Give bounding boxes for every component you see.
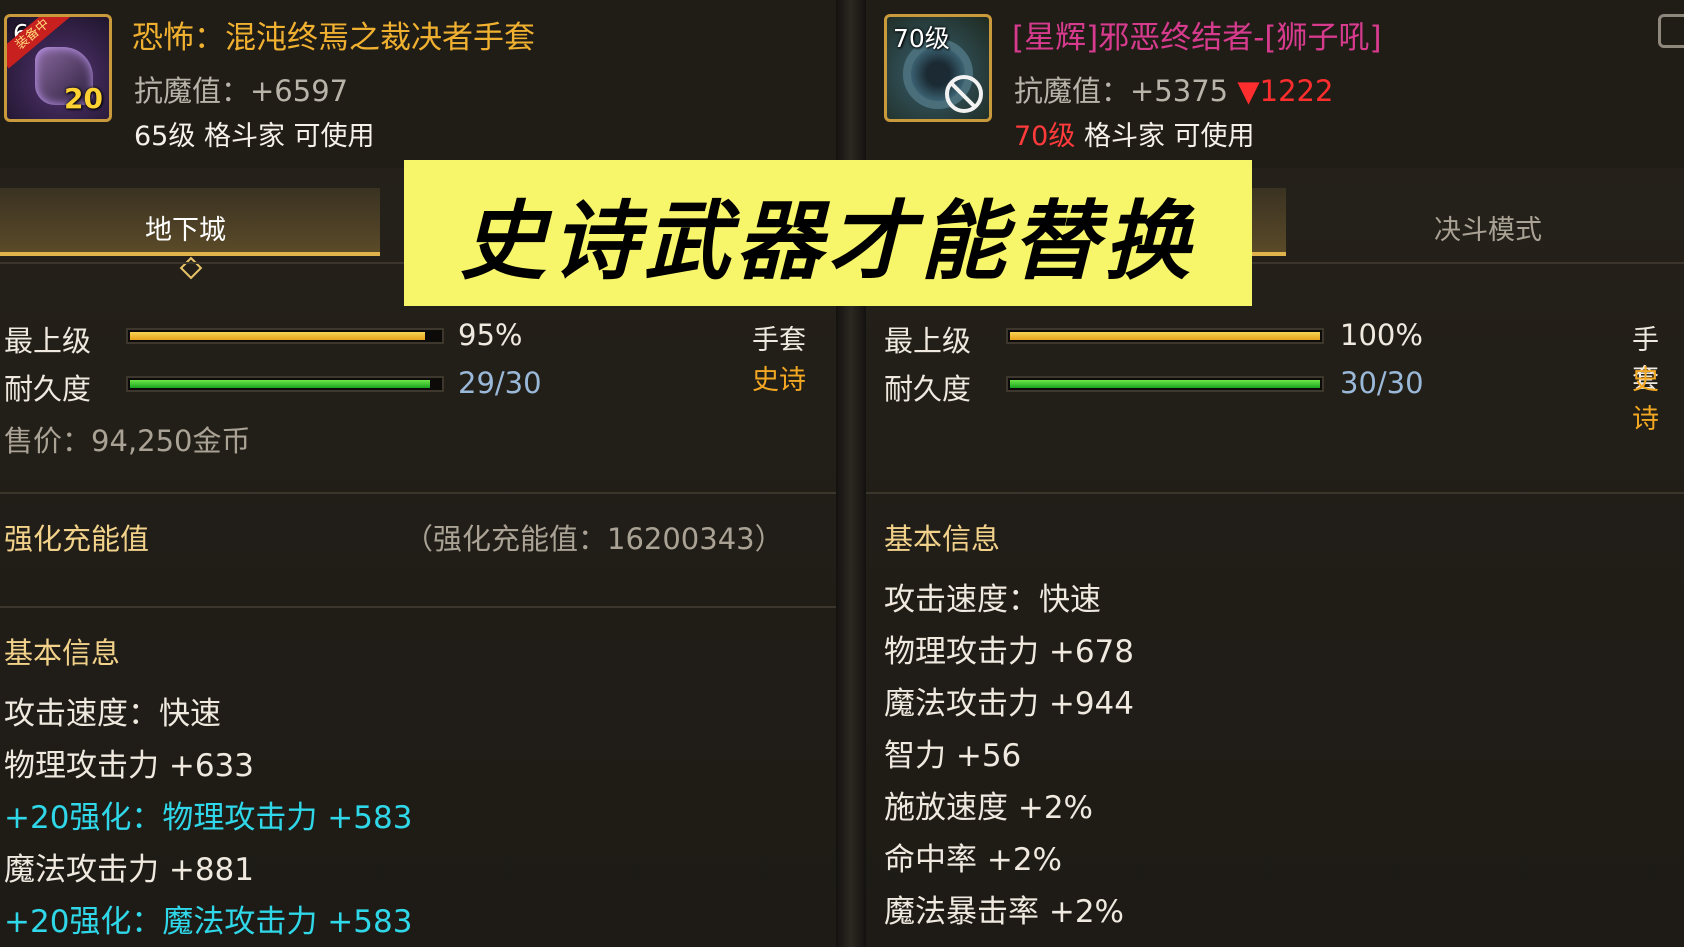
resist-diff: ▼1222: [1237, 74, 1334, 108]
caption-banner: 史诗武器才能替换: [404, 160, 1252, 306]
basic-info-title: 基本信息: [4, 636, 121, 670]
grade-bar-fill: [130, 332, 425, 340]
durability-label: 耐久度: [884, 372, 972, 406]
enhance-stat-line: +20强化：物理攻击力 +583: [4, 800, 413, 836]
stat-line: 魔法攻击力 +944: [884, 686, 1134, 722]
compare-item-tooltip: 70级 [星辉]邪恶终结者-[狮子吼] 抗魔值：+5375 ▼1222 70级 …: [866, 0, 1684, 947]
stat-line: 攻击速度：快速: [4, 696, 221, 732]
durability-label: 耐久度: [4, 372, 92, 406]
reinforce-count: 20: [64, 82, 103, 115]
grade-label: 最上级: [4, 324, 92, 358]
basic-info-title: 基本信息: [884, 522, 1001, 556]
stat-line: 魔法攻击力 +881: [4, 852, 254, 888]
grade-bar: [1006, 328, 1324, 344]
tab-diamond-icon: [179, 256, 203, 280]
compare-icon[interactable]: [1658, 14, 1684, 48]
slot-type: 手套: [752, 325, 806, 356]
separator: [0, 606, 836, 608]
separator: [866, 492, 1684, 494]
requirement: 65级 格斗家 可使用: [134, 121, 375, 152]
stat-line: 攻击速度：快速: [884, 582, 1101, 618]
item-header: 70级 [星辉]邪恶终结者-[狮子吼] 抗魔值：+5375 ▼1222 70级 …: [866, 0, 1684, 168]
requirement: 70级 格斗家 可使用: [1014, 114, 1255, 153]
sell-price: 售价：94,250金币: [4, 424, 251, 458]
charge-title: 强化充能值: [4, 522, 150, 556]
stat-line: 命中率 +2%: [884, 842, 1063, 878]
stat-line: 物理攻击力 +678: [884, 634, 1134, 670]
enhance-stat-line: +20强化：魔法攻击力 +583: [4, 904, 413, 940]
panel-divider: [836, 0, 866, 947]
durability-value: 30/30: [1340, 366, 1424, 400]
stat-line: 施放速度 +2%: [884, 790, 1094, 826]
stat-line: 物理攻击力 +633: [4, 748, 254, 784]
grade-label: 最上级: [884, 324, 972, 358]
separator: [0, 492, 836, 494]
tab-pvp-label[interactable]: 决斗模式: [1434, 208, 1542, 247]
item-name: 恐怖：混沌终焉之裁决者手套: [132, 20, 535, 56]
rarity: 史诗: [752, 365, 806, 396]
caption-text: 史诗武器才能替换: [460, 191, 1196, 292]
requirement-level: 70级: [1014, 121, 1076, 152]
durability-bar-fill: [1010, 380, 1320, 388]
resist-value: 抗魔值：+6597: [134, 74, 349, 108]
level-badge: 70级: [893, 24, 950, 53]
gauntlet-item-icon[interactable]: 6 装备中 20: [4, 14, 112, 122]
grade-bar-fill: [1010, 332, 1320, 340]
resist-value: 抗魔值：+5375: [1014, 74, 1229, 108]
grade-value: 100%: [1340, 318, 1423, 352]
durability-value: 29/30: [458, 366, 542, 400]
durability-bar-fill: [130, 380, 430, 388]
unusable-icon: [945, 75, 983, 113]
item-header: 6 装备中 20 恐怖：混沌终焉之裁决者手套 抗魔值：+6597 65级 格斗家…: [0, 0, 836, 168]
gun-item-icon[interactable]: 70级: [884, 14, 992, 122]
requirement-class: 格斗家 可使用: [1075, 121, 1255, 152]
durability-bar: [1006, 376, 1324, 392]
item-name: [星辉]邪恶终结者-[狮子吼]: [1012, 20, 1382, 56]
tab-dungeon-label[interactable]: 地下城: [145, 208, 226, 247]
durability-bar: [126, 376, 444, 392]
stat-line: 智力 +56: [884, 738, 1022, 774]
grade-bar: [126, 328, 444, 344]
rarity: 史诗: [1632, 365, 1659, 435]
resist-row: 抗魔值：+5375 ▼1222: [1014, 68, 1333, 110]
grade-value: 95%: [458, 318, 523, 352]
stat-line: 魔法暴击率 +2%: [884, 894, 1125, 930]
charge-info: （强化充能值：16200343）: [404, 522, 784, 556]
current-item-tooltip: 6 装备中 20 恐怖：混沌终焉之裁决者手套 抗魔值：+6597 65级 格斗家…: [0, 0, 836, 947]
